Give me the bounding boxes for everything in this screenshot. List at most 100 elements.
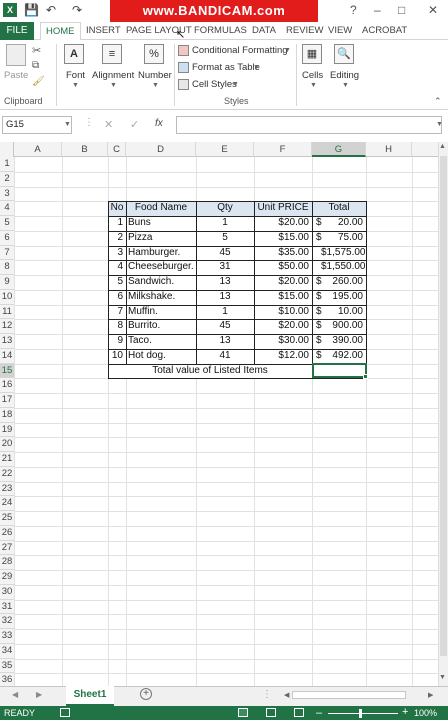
number-format-icon[interactable]: % — [144, 44, 164, 64]
save-icon[interactable]: 💾 — [24, 3, 39, 17]
table-cell[interactable]: $20.00 — [254, 275, 312, 290]
table-header-cell[interactable]: Total — [312, 201, 366, 216]
close-button[interactable]: ✕ — [428, 3, 438, 17]
alignment-icon[interactable]: ≡ — [102, 44, 122, 64]
conditional-formatting-icon[interactable] — [178, 45, 189, 56]
page-break-view-icon[interactable] — [294, 708, 304, 717]
scroll-up-icon[interactable]: ▲ — [439, 143, 446, 150]
cell-styles-icon[interactable] — [178, 79, 189, 90]
table-cell[interactable]: 7 — [108, 305, 126, 320]
table-cell[interactable]: 10.00 — [318, 305, 366, 320]
row-header-28[interactable]: 28 — [0, 555, 14, 570]
tab-file[interactable]: FILE — [0, 22, 34, 40]
editing-button[interactable]: Editing — [330, 70, 359, 81]
table-cell[interactable]: 9 — [108, 334, 126, 349]
row-header-1[interactable]: 1 — [0, 157, 14, 172]
row-header-31[interactable]: 31 — [0, 599, 14, 615]
table-cell[interactable]: $1,575.00 — [318, 246, 366, 261]
tab-home[interactable]: HOME — [40, 22, 81, 40]
hscroll-right-icon[interactable]: ▶ — [428, 691, 433, 699]
row-header-7[interactable]: 7 — [0, 245, 14, 261]
table-cell[interactable]: 41 — [196, 349, 254, 364]
font-icon[interactable]: A — [64, 44, 84, 64]
tab-formulas[interactable]: FORMULAS — [194, 22, 247, 40]
column-header-b[interactable]: B — [62, 142, 108, 157]
conditional-formatting-button[interactable]: Conditional Formatting — [192, 45, 288, 56]
table-cell[interactable]: Cheeseburger. — [126, 260, 196, 275]
row-header-26[interactable]: 26 — [0, 525, 14, 541]
column-header-e[interactable]: E — [196, 142, 254, 157]
table-header-cell[interactable]: Qty — [196, 201, 254, 216]
row-header-11[interactable]: 11 — [0, 304, 14, 320]
table-header-cell[interactable]: No — [108, 201, 126, 216]
scroll-thumb[interactable] — [440, 156, 447, 656]
alignment-button[interactable]: Alignment — [92, 70, 134, 81]
table-cell[interactable]: 3 — [108, 246, 126, 261]
table-cell[interactable]: 13 — [196, 275, 254, 290]
table-cell[interactable]: $10.00 — [254, 305, 312, 320]
page-layout-view-icon[interactable] — [266, 708, 276, 717]
copy-icon[interactable]: ⧉ — [32, 60, 39, 71]
tab-view[interactable]: VIEW — [328, 22, 352, 40]
normal-view-icon[interactable] — [238, 708, 248, 717]
row-header-10[interactable]: 10 — [0, 289, 14, 305]
table-cell[interactable]: $15.00 — [254, 231, 312, 246]
column-header-a[interactable]: A — [14, 142, 62, 157]
zoom-slider[interactable] — [328, 713, 398, 714]
cells-button[interactable]: Cells — [302, 70, 323, 81]
row-header-27[interactable]: 27 — [0, 540, 14, 556]
selected-cell-g15[interactable] — [312, 363, 367, 378]
format-as-table-icon[interactable] — [178, 62, 189, 73]
row-header-17[interactable]: 17 — [0, 393, 14, 408]
table-cell[interactable]: 2 — [108, 231, 126, 246]
sheet-tab-sheet1[interactable]: Sheet1 — [66, 686, 114, 706]
expand-formula-caret-icon[interactable]: ▼ — [436, 121, 443, 128]
table-cell[interactable]: $50.00 — [254, 260, 312, 275]
table-cell[interactable]: 260.00 — [318, 275, 366, 290]
column-header-g[interactable]: G — [312, 142, 366, 157]
row-header-5[interactable]: 5 — [0, 216, 14, 231]
table-cell[interactable]: Hamburger. — [126, 246, 196, 261]
table-cell[interactable]: 492.00 — [318, 349, 366, 364]
row-header-34[interactable]: 34 — [0, 643, 14, 659]
row-header-32[interactable]: 32 — [0, 614, 14, 629]
hscroll-left-icon[interactable]: ◀ — [284, 691, 289, 699]
column-header-d[interactable]: D — [126, 142, 196, 157]
row-header-9[interactable]: 9 — [0, 275, 14, 290]
name-box[interactable]: G15 — [2, 116, 72, 134]
paste-button[interactable]: Paste — [4, 70, 28, 81]
row-header-18[interactable]: 18 — [0, 407, 14, 423]
table-cell[interactable]: Milkshake. — [126, 290, 196, 305]
table-cell[interactable]: 75.00 — [318, 231, 366, 246]
table-cell[interactable]: 13 — [196, 290, 254, 305]
table-cell[interactable]: 5 — [108, 275, 126, 290]
table-cell[interactable]: 8 — [108, 319, 126, 334]
row-header-14[interactable]: 14 — [0, 348, 14, 364]
undo-icon[interactable]: ↶ — [46, 3, 56, 17]
horizontal-scrollbar[interactable] — [292, 691, 406, 699]
table-cell[interactable]: 1 — [196, 305, 254, 320]
table-cell[interactable]: 10 — [108, 349, 126, 364]
table-cell[interactable]: Buns — [126, 216, 196, 231]
table-cell[interactable]: Burrito. — [126, 319, 196, 334]
number-button[interactable]: Number — [138, 70, 172, 81]
table-cell[interactable]: 1 — [108, 216, 126, 231]
paste-icon[interactable] — [6, 44, 26, 66]
table-cell[interactable]: $30.00 — [254, 334, 312, 349]
zoom-in-icon[interactable]: + — [402, 705, 408, 719]
table-cell[interactable]: 6 — [108, 290, 126, 305]
collapse-ribbon-icon[interactable]: ⌃ — [434, 96, 442, 107]
row-header-20[interactable]: 20 — [0, 437, 14, 452]
row-header-29[interactable]: 29 — [0, 570, 14, 585]
row-header-12[interactable]: 12 — [0, 319, 14, 334]
zoom-out-icon[interactable]: – — [316, 706, 322, 720]
column-header-h[interactable]: H — [366, 142, 412, 157]
enter-icon[interactable]: ✓ — [130, 118, 139, 131]
row-header-8[interactable]: 8 — [0, 260, 14, 275]
font-button[interactable]: Font — [66, 70, 85, 81]
tab-review[interactable]: REVIEW — [286, 22, 323, 40]
table-cell[interactable]: 20.00 — [318, 216, 366, 231]
scroll-down-icon[interactable]: ▼ — [439, 674, 446, 681]
table-cell[interactable]: $12.00 — [254, 349, 312, 364]
insert-function-icon[interactable]: fx — [155, 118, 163, 129]
